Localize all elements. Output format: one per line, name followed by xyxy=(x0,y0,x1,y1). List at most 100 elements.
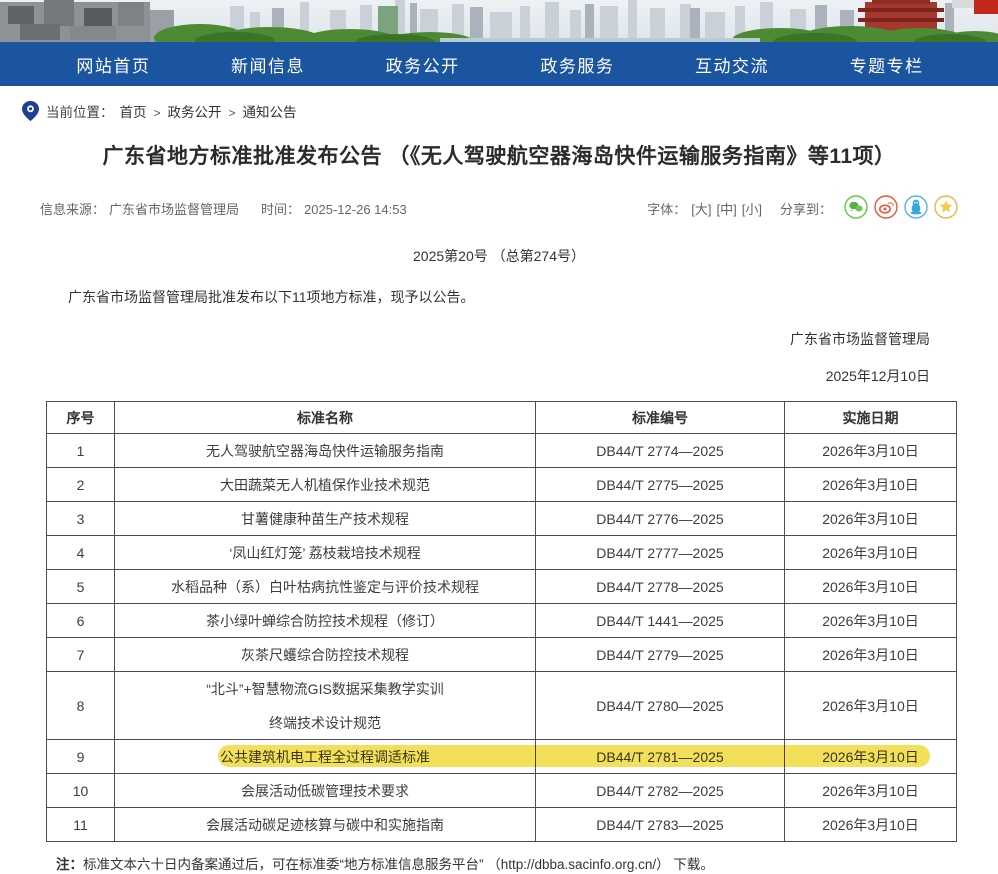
source-value: 广东省市场监督管理局 xyxy=(109,202,239,217)
fontsize-label: 字体： xyxy=(647,199,686,218)
standards-table-body: 1 无人驾驶航空器海岛快件运输服务指南 DB44/T 2774—2025 202… xyxy=(47,434,957,842)
standards-table: 序号 标准名称 标准编号 实施日期 1 无人驾驶航空器海岛快件运输服务指南 DB… xyxy=(46,401,957,842)
share-icons xyxy=(838,195,958,222)
nav-item-6[interactable]: 专题专栏 xyxy=(809,52,964,77)
standard-name: 灰茶尺蠖综合防控技术规程 xyxy=(119,645,531,665)
cell-code: DB44/T 2782—2025 xyxy=(536,774,785,808)
footnote-label: 注： xyxy=(56,857,83,872)
breadcrumb-item-1[interactable]: 首页 xyxy=(120,105,147,120)
standard-name: 甘薯健康种苗生产技术规程 xyxy=(119,509,531,529)
nav-item-5[interactable]: 互动交流 xyxy=(655,52,810,77)
cell-no: 9 xyxy=(47,740,115,774)
share-weibo-icon[interactable] xyxy=(874,195,898,219)
cell-date: 2026年3月10日 xyxy=(785,774,957,808)
cell-date: 2026年3月10日 xyxy=(785,740,957,774)
main-nav: 网站首页新闻信息政务公开政务服务互动交流专题专栏 xyxy=(0,42,998,86)
table-row: 7 灰茶尺蠖综合防控技术规程 DB44/T 2779—2025 2026年3月1… xyxy=(47,638,957,672)
breadcrumb-separator: > xyxy=(154,106,161,120)
cell-name: 灰茶尺蠖综合防控技术规程 xyxy=(115,638,536,672)
cell-code: DB44/T 2774—2025 xyxy=(536,434,785,468)
table-row: 3 甘薯健康种苗生产技术规程 DB44/T 2776—2025 2026年3月1… xyxy=(47,502,957,536)
cell-date: 2026年3月10日 xyxy=(785,434,957,468)
table-row: 2 大田蔬菜无人机植保作业技术规范 DB44/T 2775—2025 2026年… xyxy=(47,468,957,502)
cell-code: DB44/T 2783—2025 xyxy=(536,808,785,842)
fontsize-button-3[interactable]: [小] xyxy=(742,202,762,217)
cell-code: DB44/T 1441—2025 xyxy=(536,604,785,638)
breadcrumb-item-2[interactable]: 政务公开 xyxy=(168,105,222,120)
table-row: 6 茶小绿叶蝉综合防控技术规程（修订） DB44/T 1441—2025 202… xyxy=(47,604,957,638)
standard-name: ‘凤山红灯笼’ 荔枝栽培技术规程 xyxy=(119,543,531,563)
source-label: 信息来源： xyxy=(40,202,105,217)
cell-code: DB44/T 2778—2025 xyxy=(536,570,785,604)
breadcrumb: 当前位置： 首页>政务公开>通知公告 xyxy=(0,86,998,120)
cell-name: 茶小绿叶蝉综合防控技术规程（修订） xyxy=(115,604,536,638)
standard-name: “北斗”+智慧物流GIS数据采集教学实训 xyxy=(119,679,531,699)
nav-item-2[interactable]: 新闻信息 xyxy=(191,52,346,77)
page-title: 广东省地方标准批准发布公告 （《无人驾驶航空器海岛快件运输服务指南》等11项） xyxy=(40,143,958,171)
fontsize-button-1[interactable]: [大] xyxy=(691,202,711,217)
col-header-code: 标准编号 xyxy=(536,402,785,434)
body-paragraph: 广东省市场监督管理局批准发布以下11项地方标准，现予以公告。 xyxy=(40,287,958,307)
cell-code: DB44/T 2781—2025 xyxy=(536,740,785,774)
cell-no: 6 xyxy=(47,604,115,638)
table-row: 4 ‘凤山红灯笼’ 荔枝栽培技术规程 DB44/T 2777—2025 2026… xyxy=(47,536,957,570)
time-label: 时间： xyxy=(261,202,300,217)
standard-name: 水稻品种（系）白叶枯病抗性鉴定与评价技术规程 xyxy=(119,577,531,597)
cell-code: DB44/T 2777—2025 xyxy=(536,536,785,570)
cell-no: 3 xyxy=(47,502,115,536)
skyline-illustration xyxy=(0,0,998,42)
table-row: 11 会展活动碳足迹核算与碳中和实施指南 DB44/T 2783—2025 20… xyxy=(47,808,957,842)
breadcrumb-separator: > xyxy=(229,106,236,120)
meta-source-time: 信息来源： 广东省市场监督管理局 时间： 2025-12-26 14:53 xyxy=(40,199,411,218)
article: 广东省地方标准批准发布公告 （《无人驾驶航空器海岛快件运输服务指南》等11项） … xyxy=(0,143,998,384)
fontsize-controls: [大] [中] [小] xyxy=(686,199,762,218)
col-header-no: 序号 xyxy=(47,402,115,434)
cell-date: 2026年3月10日 xyxy=(785,468,957,502)
table-row: 1 无人驾驶航空器海岛快件运输服务指南 DB44/T 2774—2025 202… xyxy=(47,434,957,468)
table-header-row: 序号 标准名称 标准编号 实施日期 xyxy=(47,402,957,434)
cell-no: 11 xyxy=(47,808,115,842)
nav-item-4[interactable]: 政务服务 xyxy=(500,52,655,77)
standard-name: 无人驾驶航空器海岛快件运输服务指南 xyxy=(119,441,531,461)
share-qq-icon[interactable] xyxy=(904,195,928,219)
cell-date: 2026年3月10日 xyxy=(785,808,957,842)
col-header-date: 实施日期 xyxy=(785,402,957,434)
standard-name: 茶小绿叶蝉综合防控技术规程（修订） xyxy=(119,611,531,631)
table-row: 10 会展活动低碳管理技术要求 DB44/T 2782—2025 2026年3月… xyxy=(47,774,957,808)
time-value: 2025-12-26 14:53 xyxy=(304,202,407,217)
cell-name: 无人驾驶航空器海岛快件运输服务指南 xyxy=(115,434,536,468)
share-label: 分享到： xyxy=(780,199,832,218)
signature-block: 广东省市场监督管理局 2025年12月10日 xyxy=(40,324,958,384)
cell-no: 7 xyxy=(47,638,115,672)
table-row: 9 公共建筑机电工程全过程调适标准 DB44/T 2781—2025 2026年… xyxy=(47,740,957,774)
cell-name: 公共建筑机电工程全过程调适标准 xyxy=(115,740,536,774)
nav-item-1[interactable]: 网站首页 xyxy=(36,52,191,77)
cell-date: 2026年3月10日 xyxy=(785,536,957,570)
cell-no: 10 xyxy=(47,774,115,808)
share-star-icon[interactable] xyxy=(934,195,958,219)
cell-name: 水稻品种（系）白叶枯病抗性鉴定与评价技术规程 xyxy=(115,570,536,604)
standard-name-line2: 终端技术设计规范 xyxy=(119,713,531,733)
doc-number: 2025第20号 （总第274号） xyxy=(40,246,958,266)
cell-date: 2026年3月10日 xyxy=(785,604,957,638)
signature-org: 广东省市场监督管理局 xyxy=(790,331,930,347)
cell-name: ‘凤山红灯笼’ 荔枝栽培技术规程 xyxy=(115,536,536,570)
cell-name: 会展活动低碳管理技术要求 xyxy=(115,774,536,808)
cell-name: 甘薯健康种苗生产技术规程 xyxy=(115,502,536,536)
standards-table-wrap: 序号 标准名称 标准编号 实施日期 1 无人驾驶航空器海岛快件运输服务指南 DB… xyxy=(46,401,956,842)
cell-name: “北斗”+智慧物流GIS数据采集教学实训终端技术设计规范 xyxy=(115,672,536,740)
standard-name: 大田蔬菜无人机植保作业技术规范 xyxy=(119,475,531,495)
cell-date: 2026年3月10日 xyxy=(785,672,957,740)
breadcrumb-item-3[interactable]: 通知公告 xyxy=(243,105,297,120)
standard-name: 会展活动低碳管理技术要求 xyxy=(119,781,531,801)
cell-code: DB44/T 2775—2025 xyxy=(536,468,785,502)
col-header-name: 标准名称 xyxy=(115,402,536,434)
meta-tools: 字体： [大] [中] [小] 分享到： xyxy=(647,195,958,222)
fontsize-button-2[interactable]: [中] xyxy=(717,202,737,217)
cell-code: DB44/T 2776—2025 xyxy=(536,502,785,536)
nav-item-3[interactable]: 政务公开 xyxy=(345,52,500,77)
cell-no: 1 xyxy=(47,434,115,468)
location-pin-icon xyxy=(22,101,39,121)
share-wechat-icon[interactable] xyxy=(844,195,868,219)
standard-name: 公共建筑机电工程全过程调适标准 xyxy=(119,747,531,767)
